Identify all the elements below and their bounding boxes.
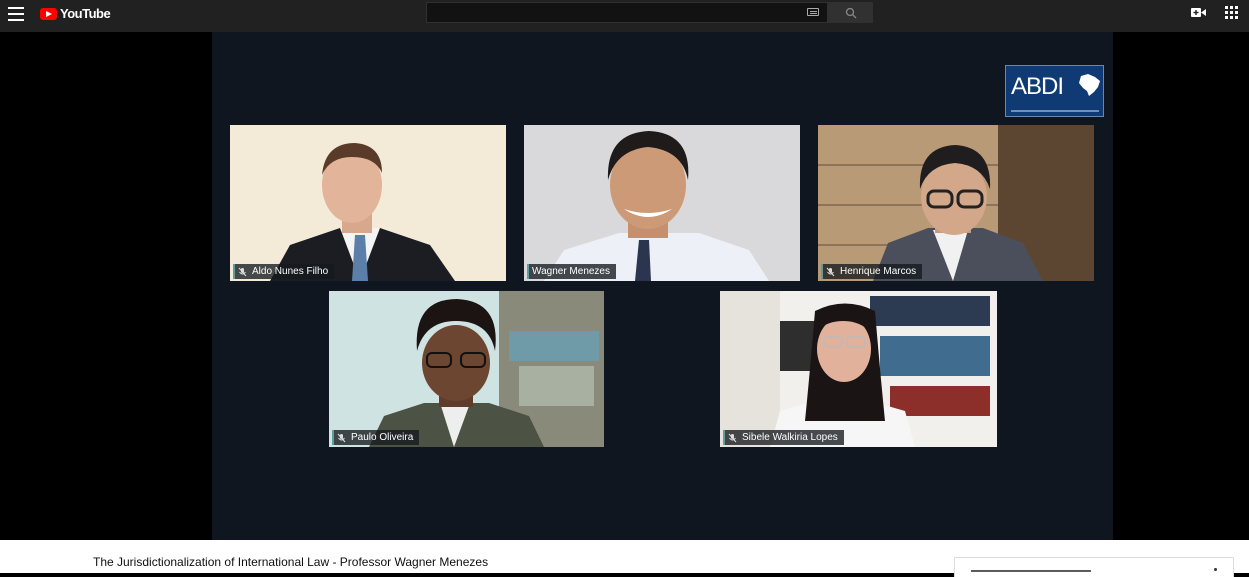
keyboard-icon[interactable] xyxy=(807,8,819,16)
participant-video xyxy=(818,125,1094,281)
participant-tile-wagner[interactable]: Wagner Menezes xyxy=(524,125,800,281)
video-title: The Jurisdictionalization of Internation… xyxy=(93,555,489,569)
mic-off-icon xyxy=(826,267,835,276)
youtube-logo-icon xyxy=(40,7,57,20)
participant-name-tag: Wagner Menezes xyxy=(527,264,616,279)
side-panel-card[interactable] xyxy=(954,557,1234,577)
participant-name-tag: Paulo Oliveira xyxy=(332,430,420,445)
participant-video xyxy=(329,291,604,447)
menu-icon[interactable] xyxy=(8,7,24,21)
participant-tile-paulo[interactable]: Paulo Oliveira xyxy=(329,291,604,447)
participant-tile-sibele[interactable]: Sibele Walkiria Lopes xyxy=(720,291,997,447)
mic-off-icon xyxy=(728,433,737,442)
top-bar: YouTube xyxy=(0,0,1249,32)
participant-video xyxy=(524,125,800,281)
participant-name: Wagner Menezes xyxy=(532,266,610,277)
more-options-icon[interactable] xyxy=(1214,568,1217,571)
search-icon xyxy=(845,7,857,19)
abdi-logo: ABDI xyxy=(1005,65,1104,117)
participant-name-tag: Henrique Marcos xyxy=(821,264,923,279)
participant-name: Henrique Marcos xyxy=(840,266,917,277)
participant-video xyxy=(230,125,506,281)
participant-tile-aldo[interactable]: Aldo Nunes Filho xyxy=(230,125,506,281)
mic-off-icon xyxy=(238,267,247,276)
participant-name: Sibele Walkiria Lopes xyxy=(742,432,838,443)
participant-tile-henrique[interactable]: Henrique Marcos xyxy=(818,125,1094,281)
create-video-icon[interactable] xyxy=(1191,7,1206,18)
participant-video xyxy=(720,291,997,447)
abdi-logo-text: ABDI xyxy=(1011,73,1064,100)
apps-icon[interactable] xyxy=(1225,6,1238,19)
mic-off-icon xyxy=(337,433,346,442)
participant-name: Paulo Oliveira xyxy=(351,432,414,443)
logo-text: YouTube xyxy=(60,6,111,21)
search-input[interactable] xyxy=(426,2,828,23)
participant-name-tag: Aldo Nunes Filho xyxy=(233,264,335,279)
brazil-map-icon xyxy=(1079,74,1100,96)
video-frame[interactable] xyxy=(212,32,1113,540)
participant-name: Aldo Nunes Filho xyxy=(252,266,329,277)
search-button[interactable] xyxy=(828,2,873,23)
youtube-logo[interactable]: YouTube xyxy=(40,6,111,21)
participant-name-tag: Sibele Walkiria Lopes xyxy=(723,430,844,445)
